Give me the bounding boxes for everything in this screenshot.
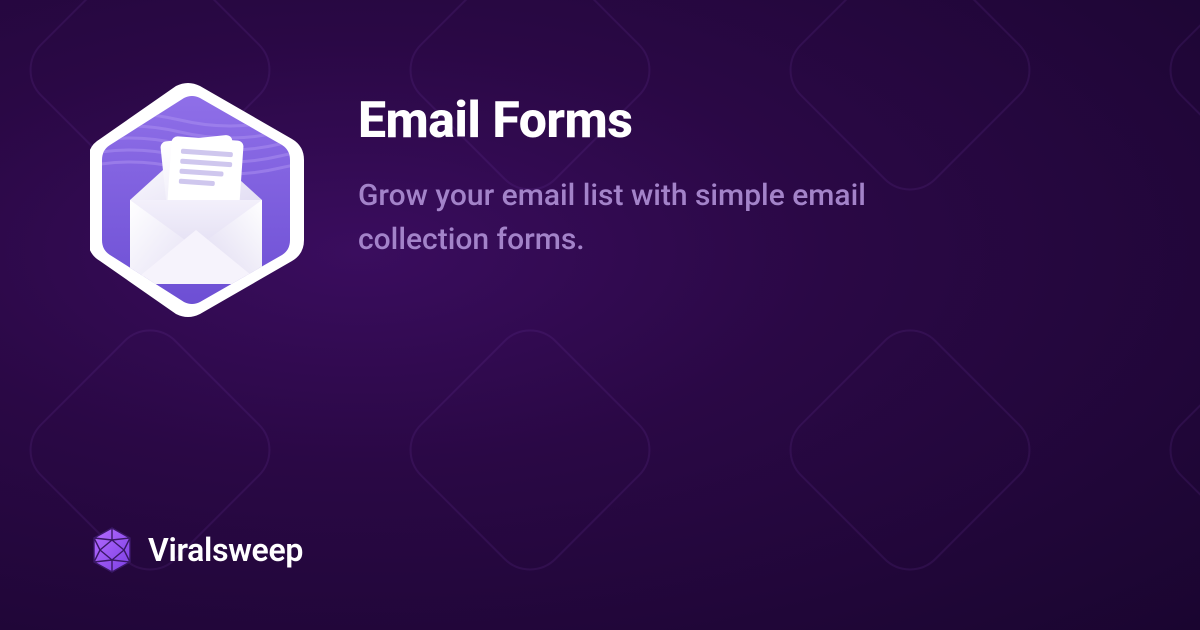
hero-text: Email Forms Grow your email list with si… xyxy=(358,80,978,261)
page-subtitle: Grow your email list with simple email c… xyxy=(358,174,978,261)
brand-logo-icon xyxy=(90,526,134,574)
page-title: Email Forms xyxy=(358,92,978,150)
email-forms-icon xyxy=(90,80,310,320)
brand-name: Viralsweep xyxy=(148,531,303,569)
hero-content: Email Forms Grow your email list with si… xyxy=(0,0,1200,320)
brand: Viralsweep xyxy=(90,526,303,574)
